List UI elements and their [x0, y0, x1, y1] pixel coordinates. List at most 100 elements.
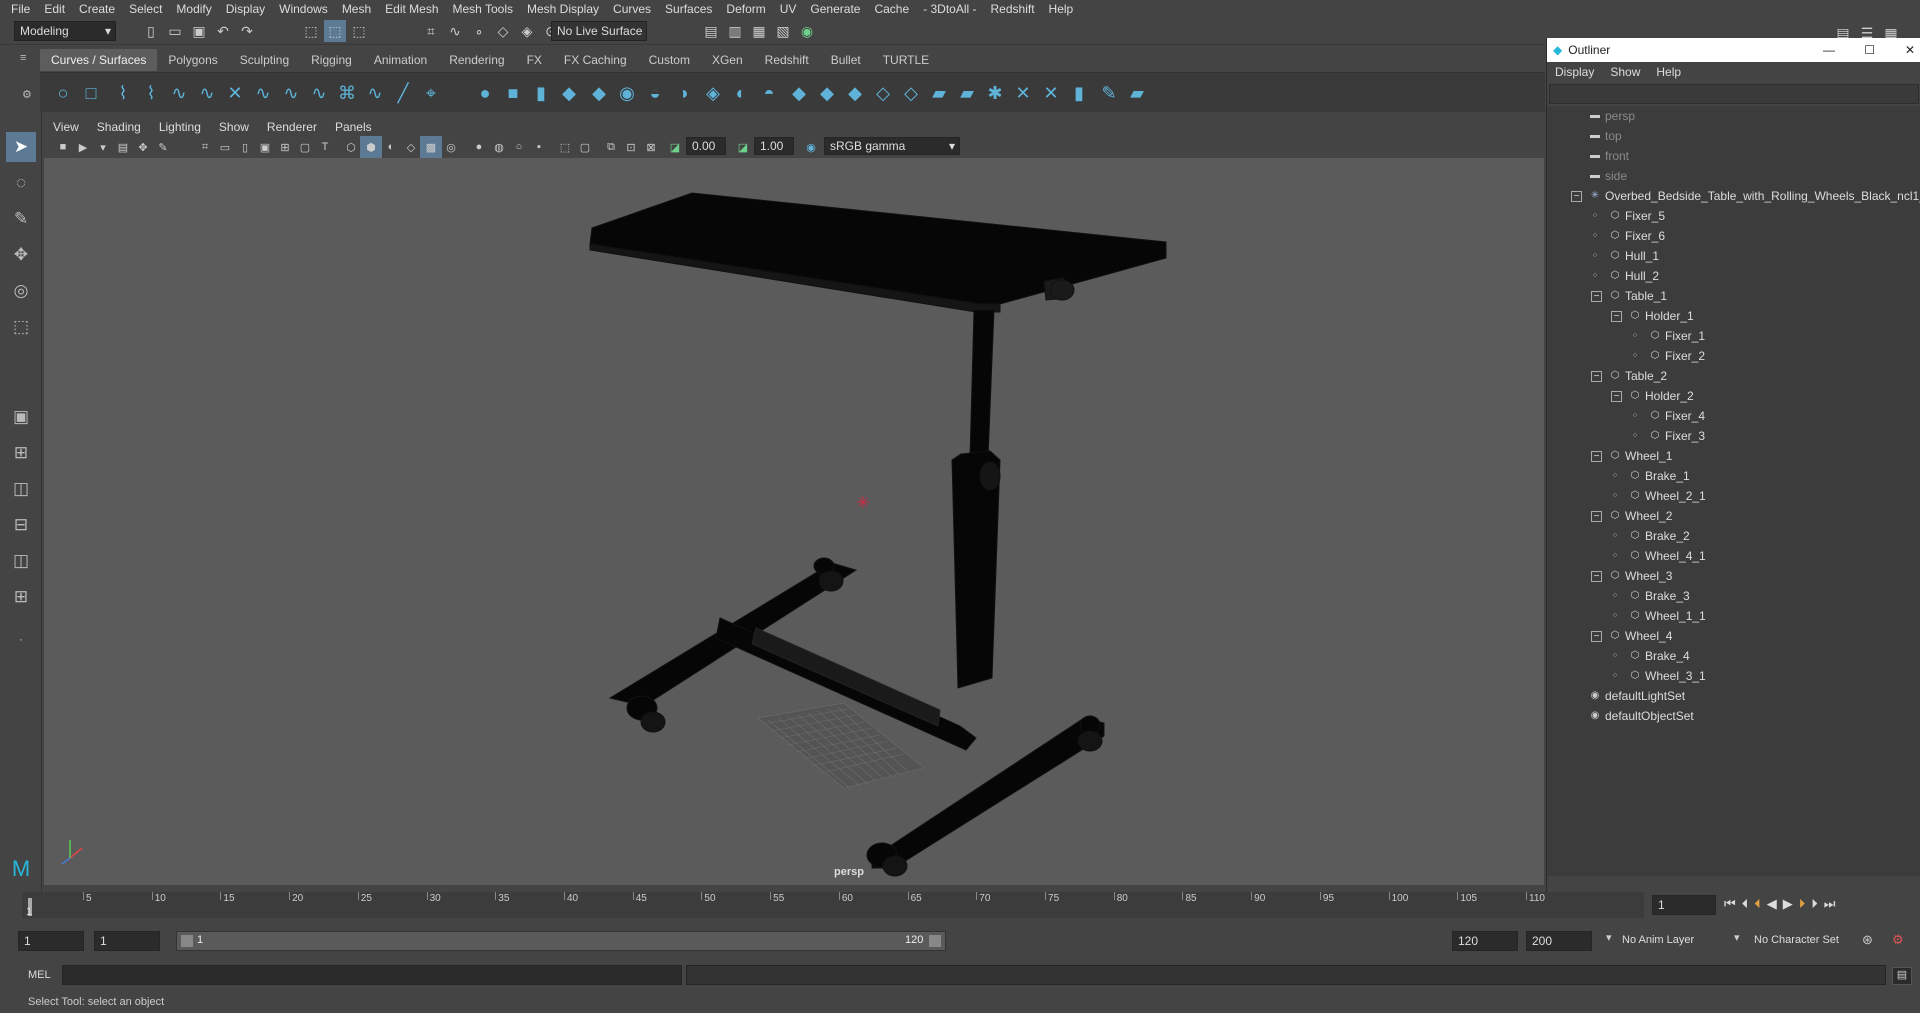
intersect-icon[interactable]: ▰: [926, 81, 952, 105]
mode-selector[interactable]: Modeling ▾: [14, 21, 116, 41]
more-layouts-icon[interactable]: ·: [6, 624, 36, 654]
outliner-menu-display[interactable]: Display: [1547, 65, 1602, 79]
outliner-item[interactable]: ○ ⬡ Hull_2: [1547, 266, 1920, 286]
bezier-curve-icon[interactable]: ∿: [194, 81, 220, 105]
select-component-icon[interactable]: ⬚: [348, 20, 370, 42]
shelf-tab-turtle[interactable]: TURTLE: [872, 49, 940, 71]
menu-edit-mesh[interactable]: Edit Mesh: [378, 2, 445, 16]
select-tool-icon[interactable]: ➤: [6, 132, 36, 162]
sculpt-brush-icon[interactable]: ▰: [1124, 81, 1150, 105]
square-surface-icon[interactable]: ◆: [814, 81, 840, 105]
single-perspective-layout-icon[interactable]: ▣: [6, 402, 36, 432]
panel-menu-view[interactable]: View: [44, 120, 88, 134]
reverse-curve-icon[interactable]: ∿: [362, 81, 388, 105]
outliner-item[interactable]: ▬ top: [1547, 126, 1920, 146]
nurbs-circle-icon[interactable]: ○: [50, 81, 76, 105]
go-to-start-icon[interactable]: ⏮: [1724, 896, 1736, 912]
range-slider[interactable]: 1 120: [176, 931, 946, 951]
isolate-select-icon[interactable]: ⬚: [554, 136, 576, 158]
offset-curve-icon[interactable]: ∿: [306, 81, 332, 105]
detach-curves-icon[interactable]: ∿: [250, 81, 276, 105]
menu-redshift[interactable]: Redshift: [984, 2, 1042, 16]
outliner-menu-show[interactable]: Show: [1602, 65, 1648, 79]
scale-tool-icon[interactable]: ⬚: [6, 312, 36, 342]
extend-curve-icon[interactable]: ╱: [390, 81, 416, 105]
collapse-toggle-icon[interactable]: −: [1611, 311, 1622, 322]
chevron-down-icon[interactable]: ▾: [1734, 931, 1740, 944]
select-object-icon[interactable]: ⬚: [324, 20, 346, 42]
outliner-item[interactable]: − ⬡ Wheel_1: [1547, 446, 1920, 466]
nurbs-sphere-icon[interactable]: ●: [472, 81, 498, 105]
camera-controls-icon[interactable]: ⊠: [640, 136, 662, 158]
menu-surfaces[interactable]: Surfaces: [658, 2, 719, 16]
revolve-icon[interactable]: ◒: [642, 81, 668, 105]
menu-curves[interactable]: Curves: [606, 2, 658, 16]
snap-plane-icon[interactable]: ◇: [492, 20, 514, 42]
menu-file[interactable]: File: [4, 2, 37, 16]
menu-uv[interactable]: UV: [773, 2, 804, 16]
render-settings-icon[interactable]: ▧: [772, 20, 794, 42]
image-plane-icon[interactable]: ▤: [112, 136, 134, 158]
menu-create[interactable]: Create: [72, 2, 122, 16]
auto-key-icon[interactable]: ⊛: [1862, 932, 1873, 948]
save-scene-icon[interactable]: ▣: [188, 20, 210, 42]
grid-icon[interactable]: ⌗: [194, 136, 216, 158]
wireframe-on-shaded-icon[interactable]: ◇: [400, 136, 422, 158]
shadows-icon[interactable]: ●: [468, 136, 490, 158]
outliner-item[interactable]: ◉ defaultLightSet: [1547, 686, 1920, 706]
start-time-field[interactable]: 1: [18, 931, 84, 951]
panel-menu-panels[interactable]: Panels: [326, 120, 381, 134]
color-space-select[interactable]: sRGB gamma ▾: [824, 137, 960, 155]
panel-menu-renderer[interactable]: Renderer: [258, 120, 326, 134]
project-curve-icon[interactable]: ⌖: [418, 81, 444, 105]
shelf-tab-bullet[interactable]: Bullet: [820, 49, 872, 71]
rebuild-curve-icon[interactable]: ⌘: [334, 81, 360, 105]
outliner-item[interactable]: − ⬡ Holder_2: [1547, 386, 1920, 406]
nurbs-cone-icon[interactable]: ◆: [556, 81, 582, 105]
collapse-toggle-icon[interactable]: −: [1591, 371, 1602, 382]
close-icon[interactable]: ✕: [1905, 43, 1915, 57]
field-chart-icon[interactable]: ⊞: [274, 136, 296, 158]
current-frame-field[interactable]: 1: [1652, 895, 1716, 915]
shelf-menu-icon[interactable]: ≡: [20, 52, 26, 64]
shelf-tab-custom[interactable]: Custom: [638, 49, 701, 71]
bookmark-icon[interactable]: ▾: [92, 136, 114, 158]
outliner-item[interactable]: ▬ side: [1547, 166, 1920, 186]
gamma-icon[interactable]: ◪: [732, 136, 754, 158]
outliner-item[interactable]: − ⬡ Holder_1: [1547, 306, 1920, 326]
outliner-item[interactable]: ○ ⬡ Hull_1: [1547, 246, 1920, 266]
snap-grid-icon[interactable]: ⌗: [420, 20, 442, 42]
panel-menu-show[interactable]: Show: [210, 120, 258, 134]
cv-curve-icon[interactable]: ⌇: [110, 81, 136, 105]
perspective-viewport[interactable]: persp: [44, 158, 1544, 885]
shelf-tab-fx[interactable]: FX: [516, 49, 553, 71]
nurbs-cylinder-icon[interactable]: ▮: [528, 81, 554, 105]
anti-aliasing-icon[interactable]: ▪: [528, 136, 550, 158]
panel-menu-lighting[interactable]: Lighting: [150, 120, 210, 134]
gamma-field[interactable]: 1.00: [754, 137, 794, 155]
outliner-item[interactable]: − ⬡ Wheel_3: [1547, 566, 1920, 586]
outliner-item[interactable]: ○ ⬡ Brake_3: [1547, 586, 1920, 606]
outliner-item[interactable]: − ⬡ Table_2: [1547, 366, 1920, 386]
project-surface-icon[interactable]: ▰: [954, 81, 980, 105]
outliner-menu-help[interactable]: Help: [1648, 65, 1689, 79]
play-backward-icon[interactable]: ◀: [1767, 896, 1777, 912]
planar-icon[interactable]: ◈: [700, 81, 726, 105]
playback-start-field[interactable]: 1: [94, 931, 160, 951]
lights-icon[interactable]: ◎: [440, 136, 462, 158]
outliner-item[interactable]: ○ ⬡ Fixer_1: [1547, 326, 1920, 346]
boundary-icon[interactable]: ◆: [786, 81, 812, 105]
shelf-tab-redshift[interactable]: Redshift: [754, 49, 820, 71]
shelf-tab-curves-surfaces[interactable]: Curves / Surfaces: [40, 49, 158, 71]
command-input[interactable]: [62, 965, 682, 985]
step-forward-key-icon[interactable]: ⏵: [1811, 896, 1818, 912]
outliner-search-input[interactable]: [1549, 84, 1919, 104]
menu-windows[interactable]: Windows: [272, 2, 335, 16]
ambient-occlusion-icon[interactable]: ◍: [488, 136, 510, 158]
outliner-item[interactable]: ○ ⬡ Brake_2: [1547, 526, 1920, 546]
wireframe-icon[interactable]: ⬡: [340, 136, 362, 158]
shelf-tab-xgen[interactable]: XGen: [701, 49, 754, 71]
outliner-item[interactable]: ○ ⬡ Fixer_6: [1547, 226, 1920, 246]
collapse-toggle-icon[interactable]: −: [1591, 571, 1602, 582]
collapse-toggle-icon[interactable]: −: [1611, 391, 1622, 402]
